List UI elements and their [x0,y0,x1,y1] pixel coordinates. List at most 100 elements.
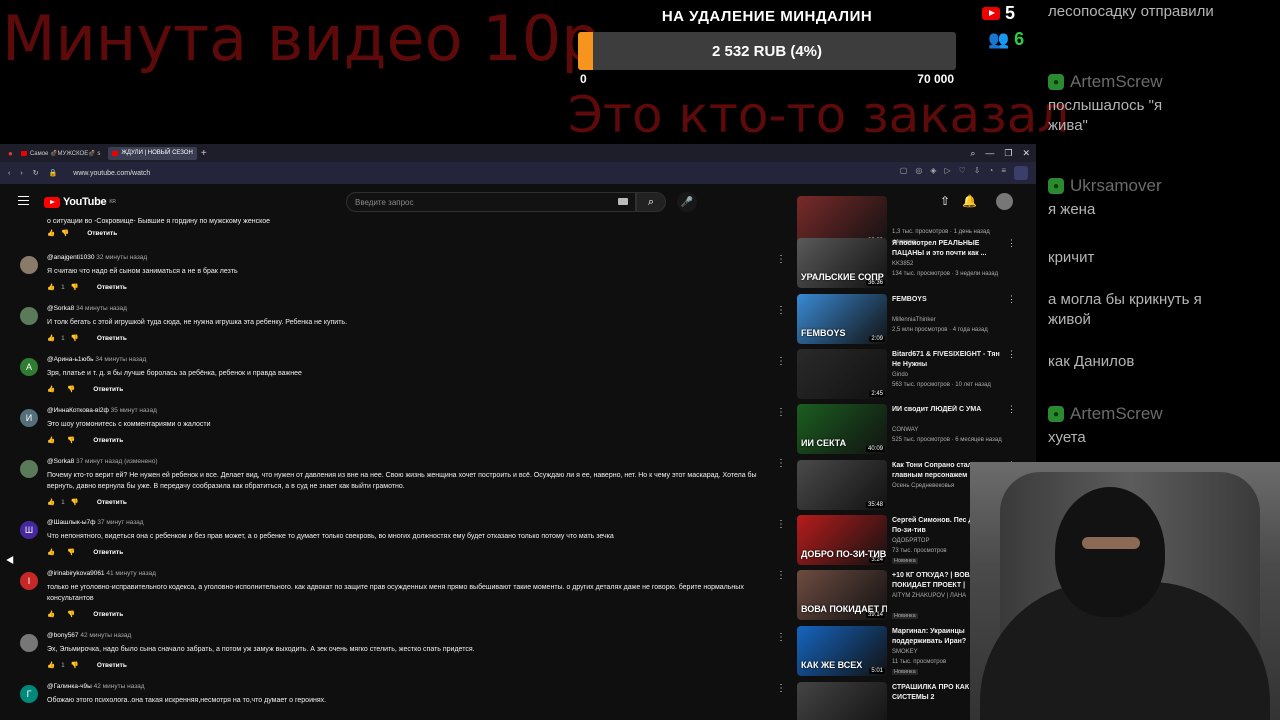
reply-button[interactable]: Ответить [93,386,123,393]
video-title[interactable]: Я посмотрел РЕАЛЬНЫЕ ПАЦАНЫ и это почти … [892,239,1004,259]
video-thumbnail[interactable]: ИИ СЕКТА 40:09 [797,404,887,454]
like-icon[interactable]: 👍 [47,436,55,444]
video-thumbnail[interactable] [797,682,887,720]
more-icon[interactable]: ⋮ [776,683,786,694]
dislike-icon[interactable]: 👎 [67,385,75,393]
video-channel[interactable]: SMOKEY [892,649,918,655]
more-icon[interactable]: ⋮ [776,519,786,530]
dislike-icon[interactable]: 👎 [71,334,79,342]
reply-button[interactable]: Ответить [87,230,117,237]
video-thumbnail[interactable]: FEMBOYS 2:09 [797,294,887,344]
video-channel[interactable]: AITYM ZHAKUPOV | ЛАНА [892,593,966,599]
youtube-logo[interactable]: YouTube KR [44,196,116,208]
opera-icon[interactable]: ● [8,149,13,158]
back-icon[interactable]: ‹ [8,170,10,177]
dislike-icon[interactable]: 👎 [67,610,75,618]
more-icon[interactable]: ⋮ [1007,349,1016,360]
close-icon[interactable]: ✕ [1022,148,1030,159]
vpn-icon[interactable] [1014,166,1028,180]
maximize-icon[interactable]: ❐ [1004,148,1012,159]
like-icon[interactable]: 👍 [47,229,55,237]
more-icon[interactable]: ⋮ [1007,238,1016,249]
mic-button[interactable]: 🎤 [677,192,697,212]
video-thumbnail[interactable]: ДОБРО ПО-ЗИ-ТИВ 3:24 [797,515,887,565]
url-field[interactable]: www.youtube.com/watch [73,170,150,177]
forward-icon[interactable]: › [20,170,22,177]
like-icon[interactable]: 👍 [47,334,55,342]
video-channel[interactable]: Осень Средневековья [892,483,954,489]
video-card[interactable]: УРАЛЬСКИЕ СОПР 36:36 Я посмотрел РЕАЛЬНЫЕ … [797,238,1019,290]
video-title[interactable]: Bitard671 & FIVESIXEIGHT - Тян Не Нужны [892,350,1004,370]
search-input[interactable]: Введите запрос [346,192,636,212]
video-channel[interactable]: KK3852 [892,261,913,267]
video-channel[interactable]: ОДОБРЯТОР [892,538,929,544]
like-icon[interactable]: 👍 [47,385,55,393]
video-channel[interactable]: Gindo [892,372,908,378]
avatar[interactable]: Ш [20,521,38,539]
avatar[interactable] [20,307,38,325]
reload-icon[interactable]: ↻ [33,169,39,177]
video-title[interactable]: FEMBOYS [892,295,1004,305]
reply-button[interactable]: Ответить [93,549,123,556]
tab-zhduli[interactable]: ЖДУЛИ | НОВЫЙ СЕЗОН [108,146,197,160]
like-icon[interactable]: 👍 [47,498,55,506]
download-icon[interactable]: ⇩ [974,166,981,180]
search-tabs-icon[interactable]: ⌕ [970,148,975,159]
more-icon[interactable]: ⋮ [776,356,786,367]
comment-author[interactable]: @anajgenti1030 [47,254,94,261]
avatar[interactable]: Г [20,685,38,703]
video-channel[interactable]: MillenniaThinker [892,317,936,323]
video-thumbnail[interactable]: 2:45 [797,349,887,399]
extension-icon[interactable]: ▢ [900,166,908,180]
like-icon[interactable]: 👍 [47,661,55,669]
heart-icon[interactable]: ♡ [959,166,966,180]
comment-author[interactable]: @Галинка-ч9ы [47,683,92,690]
camera-icon[interactable]: ◎ [915,166,922,180]
dislike-icon[interactable]: 👎 [67,548,75,556]
dislike-icon[interactable]: 👎 [71,661,79,669]
dislike-icon[interactable]: 👎 [67,436,75,444]
more-icon[interactable]: ⋮ [776,305,786,316]
dislike-icon[interactable]: 👎 [61,229,69,237]
video-thumbnail[interactable]: 35:48 [797,460,887,510]
minimize-icon[interactable]: — [985,148,994,159]
avatar[interactable] [20,256,38,274]
reply-button[interactable]: Ответить [97,499,127,506]
keyboard-icon[interactable] [618,198,628,205]
video-thumbnail[interactable]: УРАЛЬСКИЕ СОПР 36:36 [797,238,887,288]
reply-button[interactable]: Ответить [93,437,123,444]
video-title[interactable]: ИИ сводит ЛЮДЕЙ С УМА [892,405,1004,415]
more-icon[interactable]: ⋮ [776,570,786,581]
video-thumbnail[interactable]: КАК ЖЕ ВСЕХ 5:01 [797,626,887,676]
comment-author[interactable]: @Sorka8 [47,305,74,312]
comment-author[interactable]: @Арина-ь1юбь [47,356,94,363]
avatar[interactable]: И [20,409,38,427]
avatar[interactable] [20,634,38,652]
reply-button[interactable]: Ответить [93,611,123,618]
comment-author[interactable]: @irinabirykova9061 [47,570,105,577]
more-icon[interactable]: ⋮ [1007,294,1016,305]
more-icon[interactable]: ⋮ [776,254,786,265]
comment-author[interactable]: @Шашлык-ы7ф [47,519,96,526]
shield-icon[interactable]: ◈ [930,166,936,180]
more-icon[interactable]: ⋮ [1007,404,1016,415]
dislike-icon[interactable]: 👎 [71,283,79,291]
more-icon[interactable]: ⋮ [776,632,786,643]
comment-author[interactable]: @ИннаКоткова-ві2ф [47,407,109,414]
avatar[interactable]: А [20,358,38,376]
play-icon[interactable]: ▷ [944,166,950,180]
dislike-icon[interactable]: 👎 [71,498,79,506]
avatar[interactable] [20,460,38,478]
avatar[interactable]: I [20,572,38,590]
menu-icon[interactable]: ≡ [1001,166,1006,180]
video-channel[interactable]: CONWAY [892,427,918,433]
comment-author[interactable]: @bony567 [47,632,79,639]
more-icon[interactable]: ⋮ [776,407,786,418]
menu-icon[interactable] [18,196,29,205]
video-thumbnail[interactable]: ВОВА ПОКИДАЕТ ПРОЕ39:14 [797,570,887,620]
like-icon[interactable]: 👍 [47,610,55,618]
like-icon[interactable]: 👍 [47,548,55,556]
more-icon[interactable]: ⋮ [776,458,786,469]
video-card[interactable]: ИИ СЕКТА 40:09 ИИ сводит ЛЮДЕЙ С УМА CONWAY… [797,404,1019,456]
reply-button[interactable]: Ответить [97,662,127,669]
